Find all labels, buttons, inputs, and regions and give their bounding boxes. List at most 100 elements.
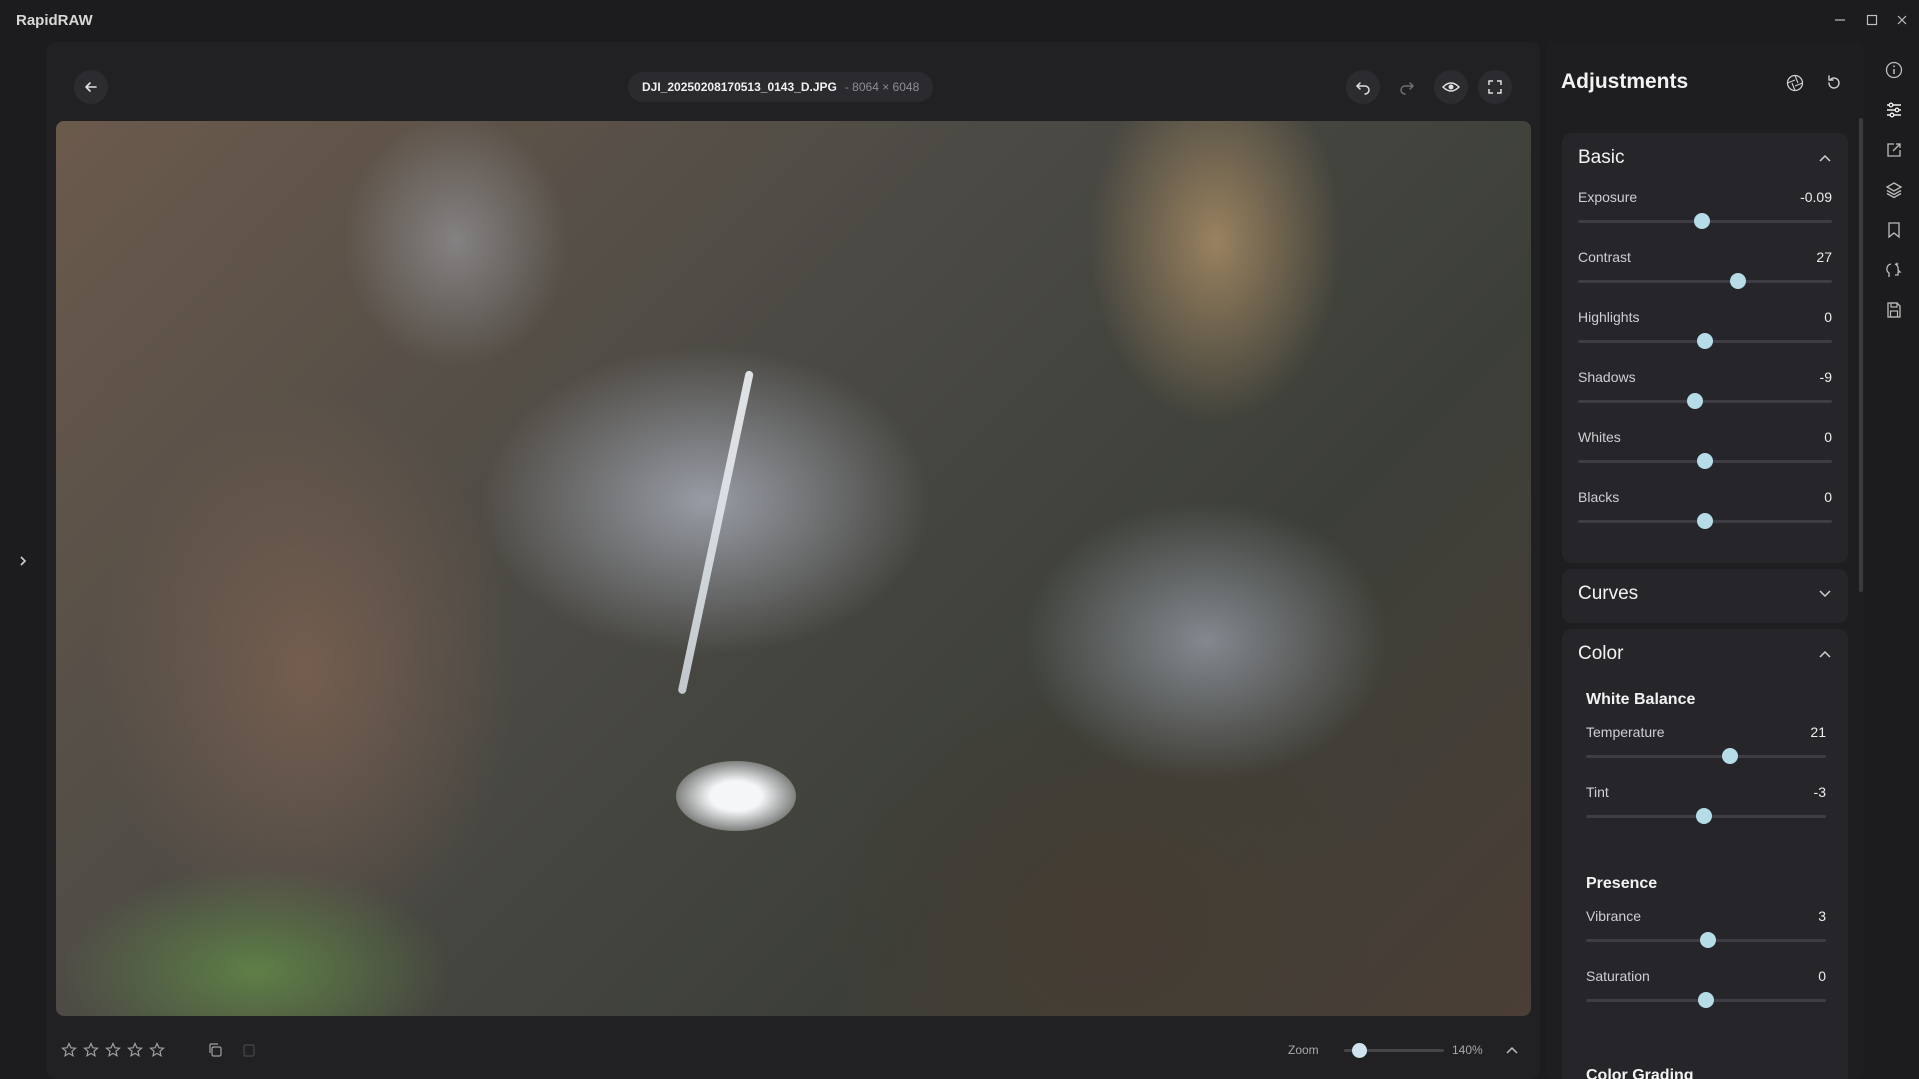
auto-adjust-button[interactable] xyxy=(1782,70,1808,96)
exposure-slider[interactable] xyxy=(1578,213,1832,229)
curves-section[interactable]: Curves xyxy=(1562,569,1848,623)
slider-value[interactable]: -0.09 xyxy=(1800,189,1832,205)
close-icon xyxy=(1897,15,1907,25)
layers-tab-button[interactable] xyxy=(1882,178,1906,202)
minimize-button[interactable] xyxy=(1826,8,1854,32)
toggle-filmstrip-button[interactable] xyxy=(1502,1040,1522,1060)
ai-tab-button[interactable] xyxy=(1882,258,1906,282)
slider-thumb[interactable] xyxy=(1697,333,1713,349)
star-icon xyxy=(149,1042,165,1058)
slider-label: Tint xyxy=(1586,784,1609,800)
slider-thumb[interactable] xyxy=(1697,453,1713,469)
slider-value[interactable]: 0 xyxy=(1824,429,1832,445)
tint-slider[interactable] xyxy=(1586,808,1826,824)
blacks-slider[interactable] xyxy=(1578,513,1832,529)
title-bar: RapidRAW xyxy=(0,0,1919,40)
minimize-icon xyxy=(1835,19,1845,21)
copy-settings-button[interactable] xyxy=(204,1039,226,1061)
photo-preview[interactable] xyxy=(56,121,1531,1016)
eye-icon xyxy=(1442,82,1460,92)
slider-thumb[interactable] xyxy=(1730,273,1747,289)
slider-thumb[interactable] xyxy=(1694,213,1711,229)
slider-value[interactable]: -9 xyxy=(1820,369,1832,385)
saturation-slider-row: Saturation 0 xyxy=(1586,968,1826,1016)
adjustments-panel: Adjustments Basic Exposure -0.09 Contras… xyxy=(1546,42,1864,1079)
presets-tab-button[interactable] xyxy=(1882,218,1906,242)
star-icon xyxy=(83,1042,99,1058)
reset-icon xyxy=(1828,75,1840,89)
highlights-slider-row: Highlights 0 xyxy=(1578,309,1832,357)
maximize-button[interactable] xyxy=(1858,8,1886,32)
layers-icon xyxy=(1885,182,1903,199)
whites-slider[interactable] xyxy=(1578,453,1832,469)
star-3-button[interactable] xyxy=(104,1041,122,1059)
star-2-button[interactable] xyxy=(82,1041,100,1059)
expand-library-button[interactable] xyxy=(13,551,33,571)
color-section: Color White Balance Temperature 21 Tint … xyxy=(1562,629,1848,1079)
slider-thumb[interactable] xyxy=(1695,808,1712,824)
color-collapse-button[interactable] xyxy=(1816,645,1834,663)
contrast-slider-row: Contrast 27 xyxy=(1578,249,1832,297)
slider-label: Highlights xyxy=(1578,309,1640,325)
highlights-slider[interactable] xyxy=(1578,333,1832,349)
presence-title: Presence xyxy=(1586,875,1658,892)
chevron-up-icon xyxy=(1819,154,1831,162)
zoom-value: 140% xyxy=(1452,1043,1483,1057)
star-icon xyxy=(105,1042,121,1058)
chevron-down-icon xyxy=(1819,590,1831,598)
slider-thumb[interactable] xyxy=(1686,393,1703,409)
star-5-button[interactable] xyxy=(148,1041,166,1059)
slider-thumb[interactable] xyxy=(1700,932,1717,948)
shadows-slider[interactable] xyxy=(1578,393,1832,409)
slider-label: Blacks xyxy=(1578,489,1620,505)
basic-collapse-button[interactable] xyxy=(1816,149,1834,167)
basic-section-title: Basic xyxy=(1578,147,1625,168)
slider-value[interactable]: 0 xyxy=(1824,309,1832,325)
star-icon xyxy=(61,1042,77,1058)
info-button[interactable] xyxy=(1882,58,1906,82)
slider-label: Contrast xyxy=(1578,249,1631,265)
file-info: DJI_20250208170513_0143_D.JPG - 8064 × 6… xyxy=(628,72,934,102)
slider-value[interactable]: 0 xyxy=(1824,489,1832,505)
temperature-slider[interactable] xyxy=(1586,748,1826,764)
slider-thumb[interactable] xyxy=(1698,992,1714,1008)
aperture-icon xyxy=(1786,74,1804,92)
slider-value[interactable]: 0 xyxy=(1818,968,1826,984)
chevron-up-icon xyxy=(1506,1046,1518,1054)
fullscreen-button[interactable] xyxy=(1478,70,1512,104)
copy-icon xyxy=(209,1043,222,1057)
close-button[interactable] xyxy=(1888,8,1916,32)
crop-tab-button[interactable] xyxy=(1882,138,1906,162)
back-button[interactable] xyxy=(74,70,108,104)
adjustments-tab-button[interactable] xyxy=(1882,98,1906,122)
reset-adjustments-button[interactable] xyxy=(1821,70,1847,96)
tint-slider-row: Tint -3 xyxy=(1586,784,1826,832)
slider-value[interactable]: 21 xyxy=(1810,724,1826,740)
paste-settings-button[interactable] xyxy=(238,1039,260,1061)
zoom-slider-thumb[interactable] xyxy=(1352,1043,1367,1058)
slider-value[interactable]: -3 xyxy=(1814,784,1826,800)
curves-expand-button[interactable] xyxy=(1816,585,1834,603)
crop-icon xyxy=(1887,143,1901,157)
undo-button[interactable] xyxy=(1346,70,1380,104)
bookmark-icon xyxy=(1888,222,1900,239)
zoom-label: Zoom xyxy=(1288,1043,1319,1057)
star-4-button[interactable] xyxy=(126,1041,144,1059)
slider-label: Vibrance xyxy=(1586,908,1642,924)
export-tab-button[interactable] xyxy=(1882,298,1906,322)
waterfall-highlight xyxy=(677,370,754,695)
slider-value[interactable]: 3 xyxy=(1818,908,1826,924)
contrast-slider[interactable] xyxy=(1578,273,1832,289)
star-1-button[interactable] xyxy=(60,1041,78,1059)
slider-thumb[interactable] xyxy=(1722,748,1738,764)
slider-thumb[interactable] xyxy=(1697,513,1713,529)
compare-original-button[interactable] xyxy=(1434,70,1468,104)
exposure-slider-row: Exposure -0.09 xyxy=(1578,189,1832,237)
panel-scrollbar[interactable] xyxy=(1859,118,1863,592)
slider-label: Shadows xyxy=(1578,369,1636,385)
redo-button[interactable] xyxy=(1390,70,1424,104)
zoom-slider[interactable] xyxy=(1344,1043,1444,1058)
saturation-slider[interactable] xyxy=(1586,992,1826,1008)
vibrance-slider[interactable] xyxy=(1586,932,1826,948)
slider-value[interactable]: 27 xyxy=(1816,249,1832,265)
